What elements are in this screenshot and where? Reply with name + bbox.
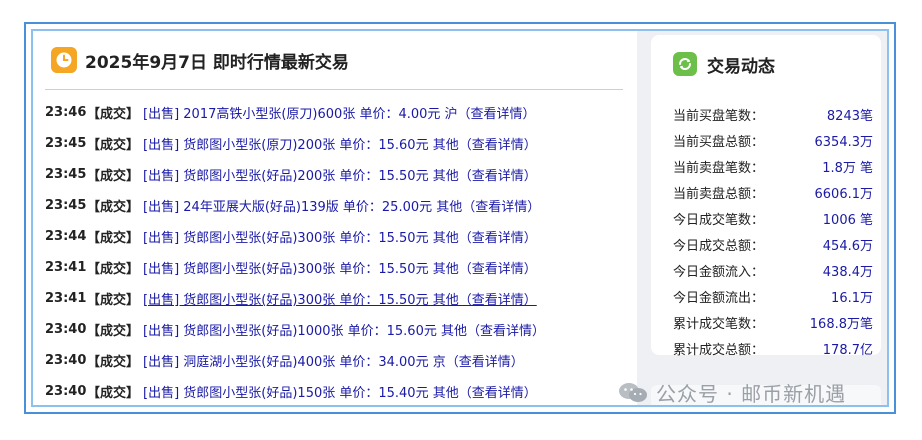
stat-row: 今日金额流出： 16.1万 [673, 283, 873, 309]
section-header: 2025年9月7日 即时行情最新交易 [51, 45, 349, 75]
trade-time: 23:45 [45, 167, 87, 182]
trade-time: 23:44 [45, 229, 87, 244]
trade-status: 【成交】 [87, 231, 140, 246]
trade-link[interactable]: [出售] 24年亚展大版(好品)139版 单价：25.00元 其他（查看详情） [143, 196, 540, 215]
panel-header: 交易动态 [673, 49, 775, 79]
wechat-icon [618, 382, 648, 404]
trade-status: 【成交】 [87, 200, 140, 215]
trade-status: 【成交】 [87, 138, 140, 153]
stat-label: 今日金额流出： [673, 290, 765, 306]
trade-status: 【成交】 [87, 324, 140, 339]
outer-frame: 2025年9月7日 即时行情最新交易 23:46 【成交】 [出售] 2017高… [24, 22, 896, 414]
trade-status: 【成交】 [87, 107, 140, 122]
stats-list: 当前买盘笔数： 8243笔 当前买盘总额： 6354.3万 当前卖盘笔数： 1.8万 … [673, 101, 873, 361]
stat-label: 当前卖盘总额： [673, 186, 765, 202]
trade-status: 【成交】 [87, 169, 140, 184]
stat-label: 今日成交笔数： [673, 212, 765, 228]
trade-link[interactable]: [出售] 货郎图小型张(好品)1000张 单价：15.60元 其他（查看详情） [143, 320, 545, 339]
trade-status: 【成交】 [87, 293, 140, 308]
stat-row: 今日成交笔数： 1006 笔 [673, 205, 873, 231]
stat-row: 累计成交笔数： 168.8万笔 [673, 309, 873, 335]
trade-link[interactable]: [出售] 货郎图小型张(原刀)200张 单价：15.60元 其他（查看详情） [143, 134, 537, 153]
trade-row: 23:40 【成交】 [出售] 洞庭湖小型张(好品)400张 单价：34.00元… [45, 345, 645, 376]
stat-label: 累计成交笔数： [673, 316, 765, 332]
stat-row: 今日成交总额： 454.6万 [673, 231, 873, 257]
trade-row-hover: 23:41 【成交】 [出售] 货郎图小型张(好品)300张 单价：15.50元… [45, 283, 645, 314]
refresh-icon [673, 52, 697, 76]
clock-icon [51, 47, 77, 73]
stat-value: 438.4万 [822, 264, 873, 280]
watermark-text: 公众号 · 邮币新机遇 [656, 382, 847, 406]
trade-link[interactable]: [出售] 货郎图小型张(好品)300张 单价：15.50元 其他（查看详情） [143, 227, 537, 246]
trade-link[interactable]: [出售] 货郎图小型张(好品)300张 单价：15.50元 其他（查看详情） [143, 258, 537, 277]
latest-trades-section: 2025年9月7日 即时行情最新交易 23:46 【成交】 [出售] 2017高… [45, 31, 623, 405]
stat-value: 1006 笔 [822, 212, 873, 228]
watermark: 公众号 · 邮币新机遇 [618, 378, 846, 407]
trade-row: 23:45 【成交】 [出售] 货郎图小型张(原刀)200张 单价：15.60元… [45, 128, 645, 159]
trade-row: 23:40 【成交】 [出售] 货郎图小型张(好品)1000张 单价：15.60… [45, 314, 645, 345]
stat-row: 当前卖盘总额： 6606.1万 [673, 179, 873, 205]
stat-label: 当前买盘笔数： [673, 108, 765, 124]
trade-status: 【成交】 [87, 355, 140, 370]
inner-frame: 2025年9月7日 即时行情最新交易 23:46 【成交】 [出售] 2017高… [31, 29, 889, 407]
trade-row: 23:45 【成交】 [出售] 24年亚展大版(好品)139版 单价：25.00… [45, 190, 645, 221]
trade-status: 【成交】 [87, 262, 140, 277]
stat-value: 6354.3万 [814, 134, 874, 150]
divider [45, 89, 623, 90]
trade-time: 23:40 [45, 384, 87, 399]
stat-label: 今日金额流入： [673, 264, 765, 280]
trade-link[interactable]: [出售] 货郎图小型张(好品)150张 单价：15.40元 其他（查看详情） [143, 382, 537, 401]
trade-link[interactable]: [出售] 货郎图小型张(好品)200张 单价：15.50元 其他（查看详情） [143, 165, 537, 184]
trade-time: 23:41 [45, 260, 87, 275]
panel-title: 交易动态 [707, 56, 775, 77]
stat-value: 454.6万 [822, 238, 873, 254]
stat-row: 当前买盘总额： 6354.3万 [673, 127, 873, 153]
stat-row: 累计成交总额： 178.7亿 [673, 335, 873, 361]
stat-row: 当前买盘笔数： 8243笔 [673, 101, 873, 127]
stat-value: 178.7亿 [822, 342, 873, 358]
stat-value: 16.1万 [831, 290, 873, 306]
stat-value: 6606.1万 [814, 186, 874, 202]
trade-row: 23:40 【成交】 [出售] 货郎图小型张(好品)150张 单价：15.40元… [45, 376, 645, 405]
trade-status: 【成交】 [87, 386, 140, 401]
stat-value: 168.8万笔 [809, 316, 873, 332]
page-title: 2025年9月7日 即时行情最新交易 [85, 52, 349, 73]
trade-row: 23:46 【成交】 [出售] 2017高铁小型张(原刀)600张 单价：4.0… [45, 97, 645, 128]
trade-row: 23:45 【成交】 [出售] 货郎图小型张(好品)200张 单价：15.50元… [45, 159, 645, 190]
trade-time: 23:45 [45, 198, 87, 213]
trade-link[interactable]: [出售] 洞庭湖小型张(好品)400张 单价：34.00元 京（查看详情） [143, 351, 524, 370]
trade-time: 23:45 [45, 136, 87, 151]
stat-value: 8243笔 [826, 108, 873, 124]
trade-time: 23:40 [45, 353, 87, 368]
trade-link[interactable]: [出售] 2017高铁小型张(原刀)600张 单价：4.00元 沪（查看详情） [143, 103, 536, 122]
trade-dynamics-panel: 交易动态 当前买盘笔数： 8243笔 当前买盘总额： 6354.3万 当前卖盘笔数：… [651, 35, 881, 358]
stat-row: 当前卖盘笔数： 1.8万 笔 [673, 153, 873, 179]
trade-row: 23:44 【成交】 [出售] 货郎图小型张(好品)300张 单价：15.50元… [45, 221, 645, 252]
trade-time: 23:46 [45, 105, 87, 120]
trade-time: 23:40 [45, 322, 87, 337]
trade-link[interactable]: [出售] 货郎图小型张(好品)300张 单价：15.50元 其他（查看详情） [143, 289, 537, 308]
trade-list: 23:46 【成交】 [出售] 2017高铁小型张(原刀)600张 单价：4.0… [45, 97, 645, 405]
stat-label: 当前卖盘笔数： [673, 160, 765, 176]
trade-time: 23:41 [45, 291, 87, 306]
stat-label: 累计成交总额： [673, 342, 765, 358]
stat-row: 今日金额流入： 438.4万 [673, 257, 873, 283]
stat-label: 今日成交总额： [673, 238, 765, 254]
trade-row: 23:41 【成交】 [出售] 货郎图小型张(好品)300张 单价：15.50元… [45, 252, 645, 283]
stat-label: 当前买盘总额： [673, 134, 765, 150]
stat-value: 1.8万 笔 [822, 160, 873, 176]
